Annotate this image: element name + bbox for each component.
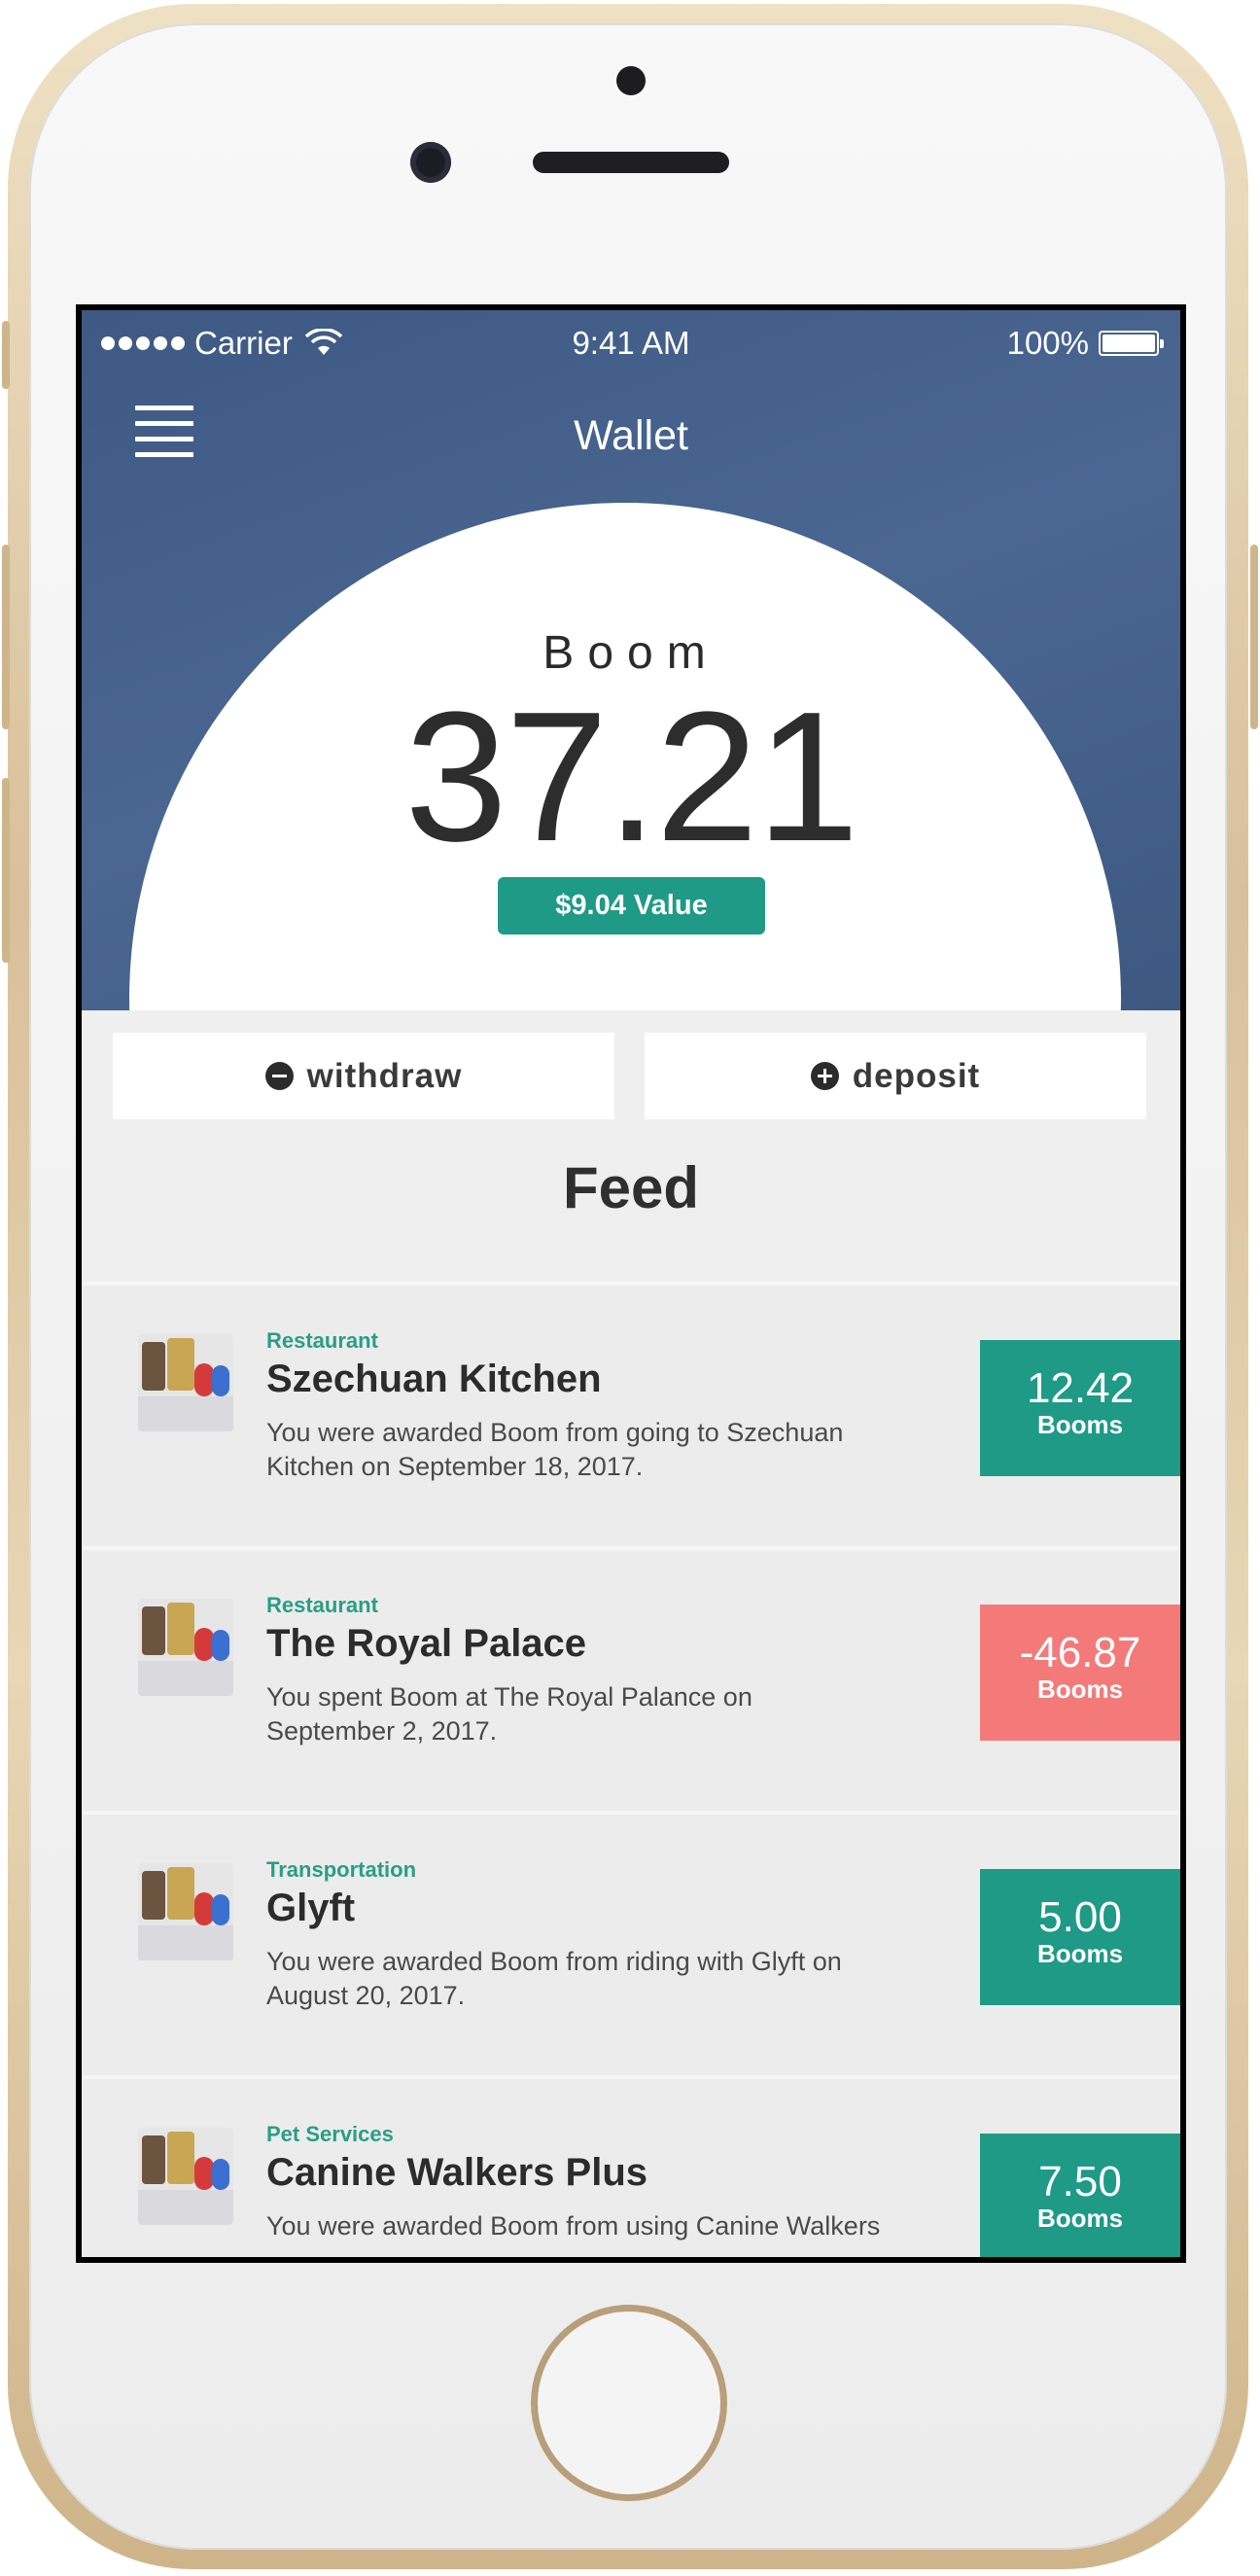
deposit-label: deposit [852, 1056, 981, 1095]
power-button [1250, 545, 1258, 729]
merchant-thumbnail [138, 1599, 233, 1696]
battery-percent: 100% [1006, 325, 1089, 361]
volume-down-button [2, 778, 10, 963]
merchant-thumbnail [138, 1334, 233, 1431]
proximity-sensor [616, 66, 646, 95]
phone-screen: Carrier 9:41 AM 100% Wallet Boom 37.21 $… [76, 304, 1186, 2263]
feed-item-name: Szechuan Kitchen [266, 1358, 602, 1400]
feed-item-description-line: You were awarded Boom from riding with G… [266, 1947, 842, 1976]
feed-item-amount: 5.00 [1038, 1893, 1122, 1941]
feed-item-name: The Royal Palace [266, 1622, 587, 1665]
feed-item-amount: 7.50 [1038, 2158, 1122, 2205]
feed-item-description-line: You were awarded Boom from using Canine … [266, 2211, 881, 2241]
feed-item-name: Glyft [266, 1887, 356, 1929]
feed-item-description-line: You spent Boom at The Royal Palance on [266, 1682, 752, 1711]
feed-item-amount: -46.87 [1019, 1629, 1141, 1676]
feed-item-description: You spent Boom at The Royal Palance on S… [266, 1680, 908, 1748]
value-badge: $9.04 Value [498, 877, 765, 935]
front-camera-icon [410, 142, 451, 183]
feed-item[interactable]: Restaurant Szechuan Kitchen You were awa… [82, 1282, 1180, 1546]
feed-item-amount-badge: 5.00 Booms [980, 1869, 1180, 2005]
feed-item-unit: Booms [1036, 1939, 1124, 1968]
volume-up-button [2, 545, 10, 729]
mute-switch [2, 321, 10, 389]
feed-item-description: You were awarded Boom from using Canine … [266, 2209, 908, 2243]
feed-item-description-line: You were awarded Boom from going to Szec… [266, 1418, 844, 1447]
battery-icon [1099, 331, 1164, 356]
merchant-thumbnail [138, 2128, 233, 2225]
feed-item-category: Restaurant [266, 1593, 378, 1617]
feed-item[interactable]: Pet Services Canine Walkers Plus You wer… [82, 2075, 1180, 2257]
feed-item-category: Transportation [266, 1857, 417, 1882]
feed-item[interactable]: Transportation Glyft You were awarded Bo… [82, 1811, 1180, 2075]
earpiece-speaker [533, 152, 729, 173]
plus-circle-icon [810, 1062, 839, 1090]
currency-name: Boom [542, 627, 719, 679]
feed-item-category: Restaurant [266, 1328, 378, 1353]
feed-item-unit: Booms [1036, 1675, 1124, 1704]
feed-item-description-line: August 20, 2017. [266, 1981, 466, 2010]
feed-item-name: Canine Walkers Plus [266, 2151, 648, 2194]
withdraw-label: withdraw [306, 1056, 463, 1095]
app-screen: Carrier 9:41 AM 100% Wallet Boom 37.21 $… [82, 310, 1180, 2257]
feed-item-amount: 12.42 [1026, 1364, 1135, 1412]
feed-item-category: Pet Services [266, 2122, 394, 2146]
home-button[interactable] [531, 2305, 727, 2501]
balance-amount: 37.21 [404, 674, 858, 880]
feed-item-unit: Booms [1036, 2204, 1124, 2233]
merchant-thumbnail [138, 1863, 233, 1960]
feed-item-description: You were awarded Boom from going to Szec… [266, 1416, 908, 1484]
status-right: 100% [1006, 325, 1164, 362]
status-bar: Carrier 9:41 AM 100% [82, 310, 1180, 378]
deposit-button[interactable]: deposit [645, 1033, 1146, 1119]
feed-item-amount-badge: -46.87 Booms [980, 1605, 1180, 1741]
feed-item-description: You were awarded Boom from riding with G… [266, 1945, 908, 2013]
feed-item-description-line: Kitchen on September 18, 2017. [266, 1452, 644, 1481]
withdraw-button[interactable]: withdraw [113, 1033, 614, 1119]
minus-circle-icon [264, 1062, 294, 1090]
feed-item-amount-badge: 12.42 Booms [980, 1340, 1180, 1476]
feed-item-amount-badge: 7.50 Booms [980, 2134, 1180, 2257]
feed-item[interactable]: Restaurant The Royal Palace You spent Bo… [82, 1546, 1180, 1811]
feed-title: Feed [562, 1155, 700, 1220]
page-title: Wallet [574, 412, 688, 459]
feed-item-unit: Booms [1036, 1410, 1124, 1439]
feed-item-description-line: September 2, 2017. [266, 1716, 498, 1746]
